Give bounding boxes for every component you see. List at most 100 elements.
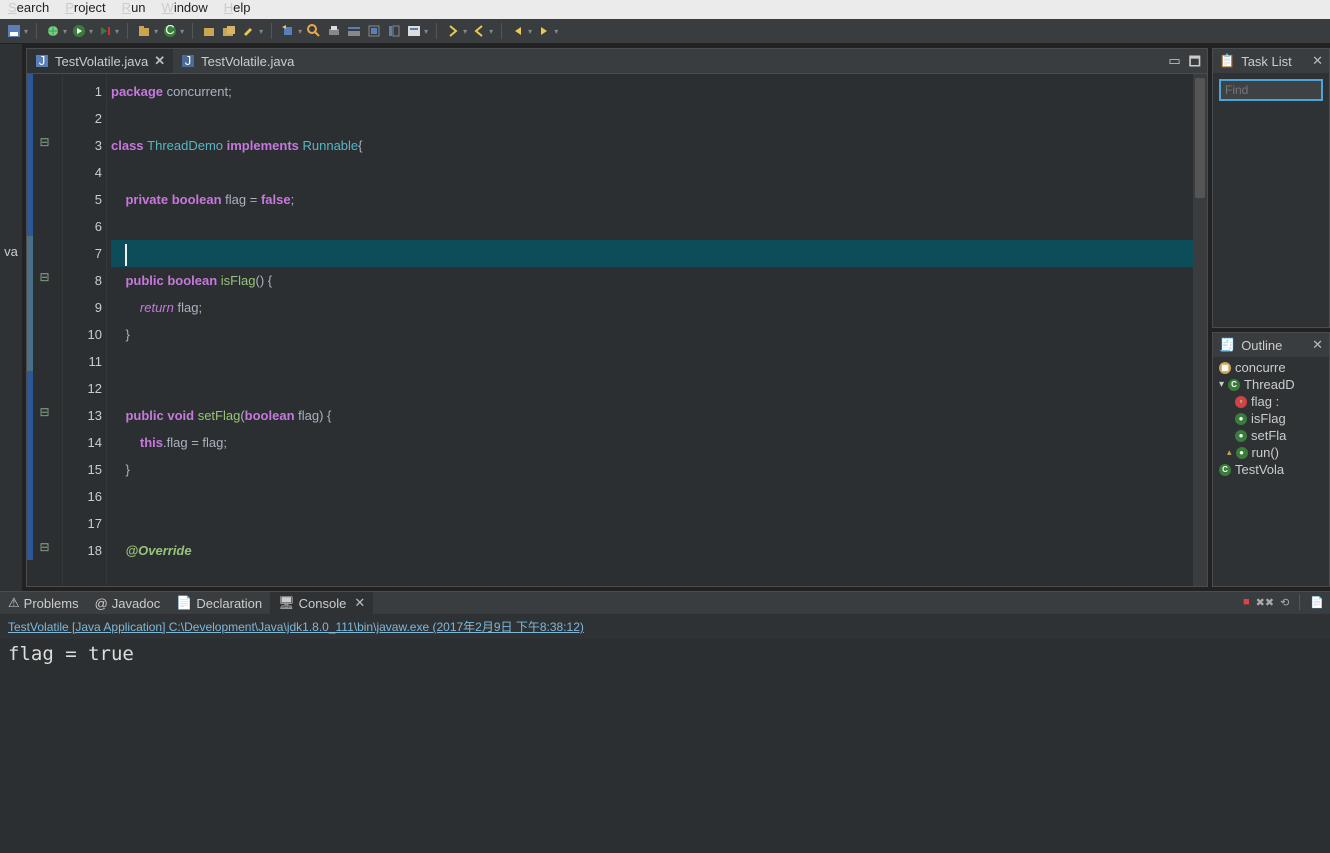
bottom-tab-javadoc[interactable]: @Javadoc [87,593,169,614]
close-icon[interactable]: ✕ [354,595,365,611]
toggle-mark-icon[interactable] [366,23,382,39]
line-number: 12 [63,375,102,402]
tab-label: Console [299,596,347,611]
new-package-icon[interactable] [136,23,152,39]
menu-project[interactable]: Project [65,0,105,15]
declaration-icon: 📄 [176,595,192,611]
run-last-icon[interactable] [97,23,113,39]
dropdown-icon[interactable]: ▾ [489,27,493,36]
show-whitespace-icon[interactable] [406,23,422,39]
line-number: 16 [63,483,102,510]
search-icon[interactable] [306,23,322,39]
code-line[interactable]: private boolean flag = false; [111,186,1207,213]
code-line[interactable]: @Override [111,537,1207,564]
outline-item[interactable]: ▴●run() [1213,444,1329,461]
editor-tab[interactable]: JTestVolatile.java✕ [27,49,173,73]
outline-item[interactable]: ●setFla [1213,427,1329,444]
dropdown-icon[interactable]: ▾ [528,27,532,36]
highlight-icon[interactable] [241,23,257,39]
dropdown-icon[interactable]: ▾ [463,27,467,36]
tab-label: Declaration [196,596,262,611]
code-line[interactable]: } [111,321,1207,348]
dropdown-icon[interactable]: ▾ [63,27,67,36]
toggle-breadcrumb-icon[interactable] [346,23,362,39]
code-line[interactable]: public void setFlag(boolean flag) { [111,402,1207,429]
terminate-icon[interactable]: ■ [1243,596,1250,608]
dropdown-icon[interactable]: ▾ [89,27,93,36]
next-annotation-icon[interactable] [445,23,461,39]
code-line[interactable] [111,213,1207,240]
code-line[interactable]: return flag; [111,294,1207,321]
tab-label: Problems [24,596,79,611]
back-icon[interactable] [510,23,526,39]
close-icon[interactable]: ✕ [154,53,165,69]
open-type-icon[interactable] [201,23,217,39]
left-sash[interactable]: va [0,44,22,591]
menu-run[interactable]: Run [122,0,146,15]
remove-launch-icon[interactable]: ✖✖ [1256,596,1274,609]
fold-icon[interactable]: ⊟ [39,135,49,149]
open-task-icon[interactable] [221,23,237,39]
remove-all-icon[interactable]: ⟲ [1280,596,1289,609]
outline-item[interactable]: ▾CThreadD [1213,376,1329,393]
editor-tab[interactable]: JTestVolatile.java [173,50,302,73]
code-line[interactable] [111,240,1207,267]
prev-annotation-icon[interactable] [471,23,487,39]
menu-window[interactable]: Window [162,0,208,15]
outline-item[interactable]: ▦concurre [1213,359,1329,376]
close-icon[interactable]: ✕ [1312,53,1323,69]
code-line[interactable]: class ThreadDemo implements Runnable{ [111,132,1207,159]
code-line[interactable] [111,348,1207,375]
code-line[interactable] [111,483,1207,510]
debug-icon[interactable] [45,23,61,39]
code-editor[interactable]: ⊟⊟⊟⊟ 123456789101112131415161718 package… [27,74,1207,586]
bottom-tab-declaration[interactable]: 📄 Declaration [168,592,270,614]
scrollbar-vertical[interactable] [1193,74,1207,586]
code-line[interactable] [111,105,1207,132]
menubar: Search Project Run Window Help [0,0,1330,19]
dropdown-icon[interactable]: ▾ [180,27,184,36]
menu-search[interactable]: Search [8,0,49,15]
outline-tab[interactable]: 🧾 Outline ✕ [1213,333,1329,357]
print-icon[interactable] [326,23,342,39]
new-wizard-icon[interactable] [280,23,296,39]
close-icon[interactable]: ✕ [1312,337,1323,353]
new-class-icon[interactable]: C [162,23,178,39]
fold-icon[interactable]: ⊟ [39,405,49,419]
expand-icon[interactable]: ▾ [1219,379,1224,390]
dropdown-icon[interactable]: ▾ [259,27,263,36]
toggle-block-icon[interactable] [386,23,402,39]
line-number: 1 [63,78,102,105]
dropdown-icon[interactable]: ▾ [298,27,302,36]
dropdown-icon[interactable]: ▾ [115,27,119,36]
menu-help[interactable]: Help [224,0,251,15]
code-line[interactable]: } [111,456,1207,483]
fold-icon[interactable]: ⊟ [39,540,49,554]
code-line[interactable]: public boolean isFlag() { [111,267,1207,294]
bottom-tab-problems[interactable]: ⚠Problems [0,592,87,614]
code-line[interactable] [111,510,1207,537]
code-line[interactable] [111,159,1207,186]
code-line[interactable]: package concurrent; [111,78,1207,105]
code-line[interactable]: this.flag = flag; [111,429,1207,456]
task-find-input[interactable] [1219,79,1323,101]
minimize-icon[interactable]: ▭ [1168,53,1180,75]
dropdown-icon[interactable]: ▾ [24,27,28,36]
outline-item[interactable]: ●isFlag [1213,410,1329,427]
dropdown-icon[interactable]: ▾ [424,27,428,36]
fold-icon[interactable]: ⊟ [39,270,49,284]
forward-icon[interactable] [536,23,552,39]
code-line[interactable] [111,375,1207,402]
task-list-tab[interactable]: 📋 Task List ✕ [1213,49,1329,73]
save-icon[interactable] [6,23,22,39]
run-icon[interactable] [71,23,87,39]
line-number: 8 [63,267,102,294]
maximize-icon[interactable]: 🗖 [1189,53,1201,75]
dropdown-icon[interactable]: ▾ [554,27,558,36]
clear-console-icon[interactable]: 📄 [1310,596,1324,609]
bottom-tab-console[interactable]: 🖥Console✕ [270,592,373,614]
line-number: 14 [63,429,102,456]
outline-item[interactable]: ▫flag : [1213,393,1329,410]
dropdown-icon[interactable]: ▾ [154,27,158,36]
outline-item[interactable]: CTestVola [1213,461,1329,478]
